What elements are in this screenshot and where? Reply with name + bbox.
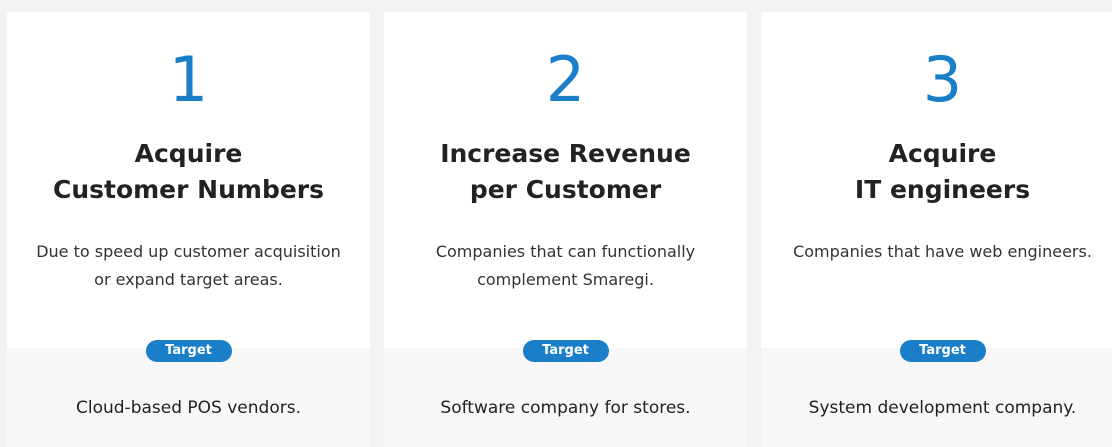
target-badge: Target <box>899 340 986 362</box>
card-description: Companies that have web engineers. <box>793 242 1092 261</box>
card-title: Increase Revenue per Customer <box>440 139 691 204</box>
strategy-cards: 1 Acquire Customer Numbers Due to speed … <box>7 12 1112 447</box>
card-title: Acquire Customer Numbers <box>52 139 325 204</box>
card-target-text: Cloud-based POS vendors. <box>76 398 301 418</box>
strategy-card-2: 2 Increase Revenue per Customer Companie… <box>384 12 747 447</box>
card-description: Due to speed up customer acquisition or … <box>36 242 341 289</box>
target-badge: Target <box>145 340 232 362</box>
target-badge: Target <box>522 340 609 362</box>
card-number: 2 <box>545 43 586 116</box>
strategy-card-3: 3 Acquire IT engineers Companies that ha… <box>761 12 1112 447</box>
card-title: Acquire IT engineers <box>854 139 1031 204</box>
card-target-text: Software company for stores. <box>440 398 691 418</box>
card-description: Companies that can functionally compleme… <box>435 242 696 289</box>
strategy-card-1: 1 Acquire Customer Numbers Due to speed … <box>7 12 370 447</box>
card-number: 3 <box>922 43 963 116</box>
card-number: 1 <box>168 43 209 116</box>
card-target-text: System development company. <box>808 398 1077 418</box>
